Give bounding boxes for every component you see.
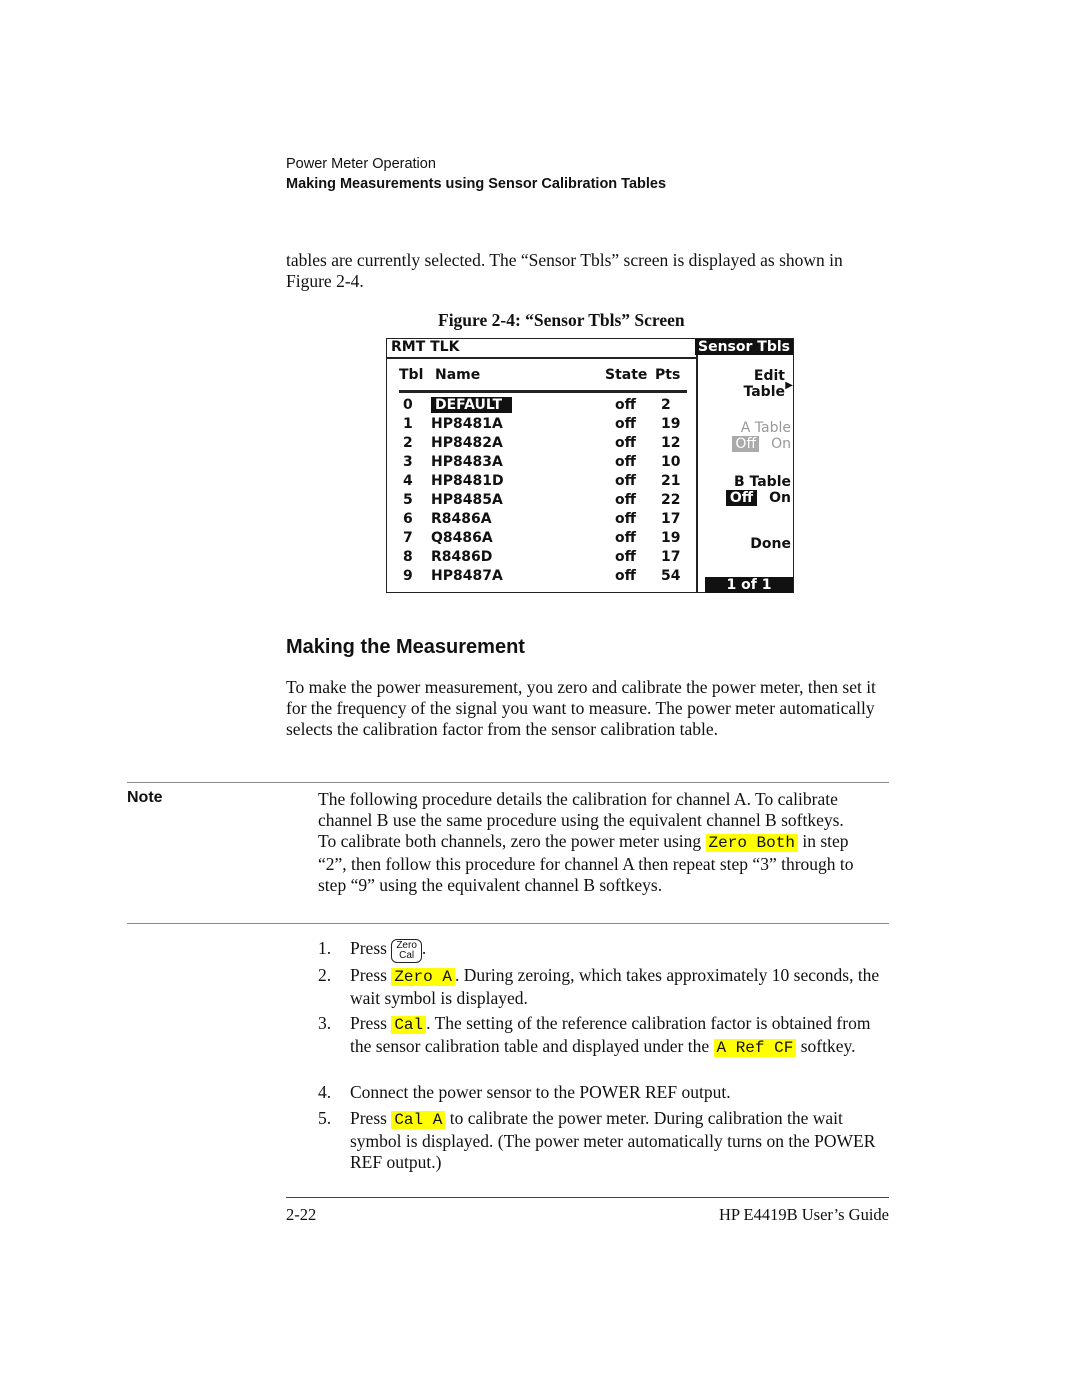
cell-state: off: [615, 530, 636, 546]
cal-softkey: Cal: [391, 1016, 427, 1034]
cell-tbl: 3: [403, 454, 413, 470]
running-header-section: Power Meter Operation: [286, 156, 436, 172]
col-state: State: [605, 367, 648, 383]
cell-pts: 2: [661, 397, 671, 413]
cell-pts: 22: [661, 492, 681, 508]
table-row[interactable]: 0 DEFAULT off 2: [387, 397, 696, 416]
cell-tbl: 0: [403, 397, 413, 413]
cell-tbl: 2: [403, 435, 413, 451]
table-row[interactable]: 1 HP8481A off 19: [387, 416, 696, 435]
cell-pts: 21: [661, 473, 681, 489]
cell-name: DEFAULT: [431, 397, 513, 413]
softkey-done[interactable]: Done: [750, 536, 791, 552]
zero-cal-key-icon: Zero Cal: [391, 939, 422, 963]
zero-both-softkey: Zero Both: [705, 834, 798, 852]
b-on-option: On: [769, 490, 791, 506]
col-pts: Pts: [655, 367, 681, 383]
table-row[interactable]: 3 HP8483A off 10: [387, 454, 696, 473]
page-indicator: 1 of 1: [705, 577, 793, 593]
cell-name: HP8482A: [431, 435, 503, 451]
cell-pts: 19: [661, 530, 681, 546]
cell-tbl: 9: [403, 568, 413, 584]
softkey-label: Edit: [753, 368, 785, 384]
cell-state: off: [615, 435, 636, 451]
figure-caption: Figure 2-4: “Sensor Tbls” Screen: [438, 310, 685, 330]
cell-pts: 10: [661, 454, 681, 470]
a-off-option: Off: [732, 436, 760, 452]
cal-a-softkey: Cal A: [391, 1111, 446, 1129]
section-title: Making the Measurement: [286, 636, 525, 658]
cell-tbl: 5: [403, 492, 413, 508]
cell-name: Q8486A: [431, 530, 493, 546]
softkey-edit-table[interactable]: Edit Table ▶: [743, 368, 793, 400]
cell-state: off: [615, 492, 636, 508]
cell-state: off: [615, 511, 636, 527]
cell-name: HP8485A: [431, 492, 503, 508]
table-row[interactable]: 6 R8486A off 17: [387, 511, 696, 530]
section-paragraph: To make the power measurement, you zero …: [286, 677, 876, 739]
cell-state: off: [615, 568, 636, 584]
cell-state: off: [615, 416, 636, 432]
note-label: Note: [127, 789, 163, 806]
cell-name: R8486A: [431, 511, 492, 527]
cell-name: R8486D: [431, 549, 493, 565]
page-number: 2-22: [286, 1205, 317, 1224]
a-on-option: On: [771, 436, 791, 452]
cell-pts: 17: [661, 511, 681, 527]
cell-tbl: 8: [403, 549, 413, 565]
table-row[interactable]: 9 HP8487A off 54: [387, 568, 696, 587]
cell-state: off: [615, 473, 636, 489]
cell-pts: 54: [661, 568, 681, 584]
submenu-arrow-icon: ▶: [785, 380, 793, 391]
softkey-b-table[interactable]: B Table Off On: [725, 474, 791, 506]
col-name: Name: [435, 367, 481, 383]
col-tbl: Tbl: [399, 367, 424, 383]
table-row[interactable]: 2 HP8482A off 12: [387, 435, 696, 454]
cell-state: off: [615, 454, 636, 470]
cell-pts: 12: [661, 435, 681, 451]
running-header-subsection: Making Measurements using Sensor Calibra…: [286, 176, 667, 192]
softkey-label: B Table: [733, 474, 791, 490]
softkey-a-table[interactable]: A Table Off On: [732, 420, 791, 452]
guide-title: HP E4419B User’s Guide: [718, 1205, 889, 1224]
table-row[interactable]: 4 HP8481D off 21: [387, 473, 696, 492]
cell-tbl: 7: [403, 530, 413, 546]
table-row[interactable]: 5 HP8485A off 22: [387, 492, 696, 511]
status-text: RMT TLK: [391, 339, 460, 355]
table-row[interactable]: 8 R8486D off 17: [387, 549, 696, 568]
menu-title: Sensor Tbls: [695, 339, 793, 355]
cell-tbl: 4: [403, 473, 413, 489]
note-text: The following procedure details the cali…: [318, 789, 854, 895]
cell-state: off: [615, 397, 636, 413]
zero-a-softkey: Zero A: [391, 968, 455, 986]
manual-page: Power Meter Operation Making Measurement…: [0, 0, 1080, 1397]
table-row[interactable]: 7 Q8486A off 19: [387, 530, 696, 549]
cell-name: HP8483A: [431, 454, 503, 470]
table-header: Tbl Name State Pts: [387, 367, 696, 386]
cell-tbl: 1: [403, 416, 413, 432]
cell-pts: 19: [661, 416, 681, 432]
sensor-tbls-screen: RMT TLK Tbl Name State Pts 0 DEFAULT off 2 1…: [386, 338, 794, 593]
softkey-label: Table: [743, 384, 785, 400]
cell-state: off: [615, 549, 636, 565]
softkey-label: A Table: [740, 420, 791, 436]
cell-name: HP8487A: [431, 568, 503, 584]
intro-paragraph: tables are currently selected. The “Sens…: [286, 250, 843, 291]
a-ref-cf-softkey: A Ref CF: [713, 1039, 797, 1057]
cell-name: HP8481A: [431, 416, 503, 432]
cell-name: HP8481D: [431, 473, 504, 489]
cell-tbl: 6: [403, 511, 413, 527]
b-off-option: Off: [725, 490, 758, 506]
table-panel: RMT TLK Tbl Name State Pts 0 DEFAULT off 2 1…: [387, 339, 698, 592]
cell-pts: 17: [661, 549, 681, 565]
